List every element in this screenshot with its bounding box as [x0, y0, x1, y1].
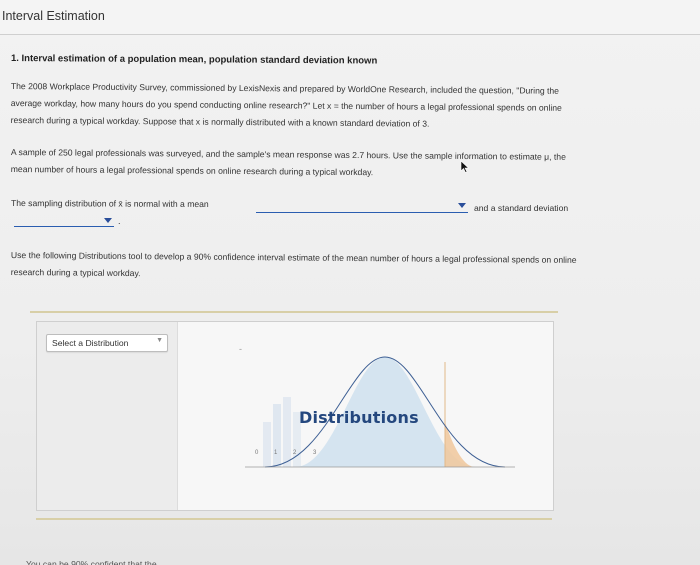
title-bar: Interval Estimation — [0, 0, 700, 35]
page-title: Interval Estimation — [2, 9, 105, 23]
distributions-tool[interactable]: Select a Distribution ▼ - Distributions … — [36, 321, 554, 511]
axis-tick-label: 2 — [293, 450, 297, 456]
sentence-period: . — [118, 216, 121, 226]
distributions-title: Distributions — [299, 408, 419, 427]
question-paragraph-survey: The 2008 Workplace Productivity Survey, … — [11, 78, 676, 135]
histogram-bar — [283, 397, 291, 467]
divider — [36, 518, 552, 520]
page: Interval Estimation 1. Interval estimati… — [0, 0, 700, 565]
chevron-down-icon: ▼ — [156, 337, 163, 344]
standard-deviation-dropdown[interactable] — [14, 214, 114, 227]
axis-tick-label: 1 — [274, 450, 278, 456]
select-distribution-dropdown[interactable]: Select a Distribution ▼ — [46, 334, 168, 352]
axis-tick-label: 3 — [313, 450, 317, 456]
chevron-down-icon — [458, 203, 466, 208]
sampling-distribution-text: The sampling distribution of x̄ is norma… — [10, 198, 209, 210]
standard-deviation-text: and a standard deviation — [474, 203, 569, 213]
histogram-bar — [273, 404, 281, 467]
distributions-graphic — [245, 356, 515, 468]
select-distribution-label: Select a Distribution — [52, 338, 129, 348]
question-paragraph-sample: A sample of 250 legal professionals was … — [11, 144, 676, 184]
chevron-down-icon — [104, 218, 112, 223]
question-paragraph-instructions: Use the following Distributions tool to … — [11, 247, 676, 287]
mouse-cursor-icon — [460, 160, 470, 173]
question-heading: 1. Interval estimation of a population m… — [10, 53, 378, 67]
histogram-bar — [263, 422, 271, 467]
truncated-answer-text: You can be 90% confident that the — [26, 559, 157, 565]
divider — [30, 311, 558, 313]
axis-tick-label: 0 — [255, 450, 259, 456]
tool-sidebar: Select a Distribution ▼ — [37, 322, 178, 510]
mean-dropdown[interactable] — [256, 199, 468, 213]
